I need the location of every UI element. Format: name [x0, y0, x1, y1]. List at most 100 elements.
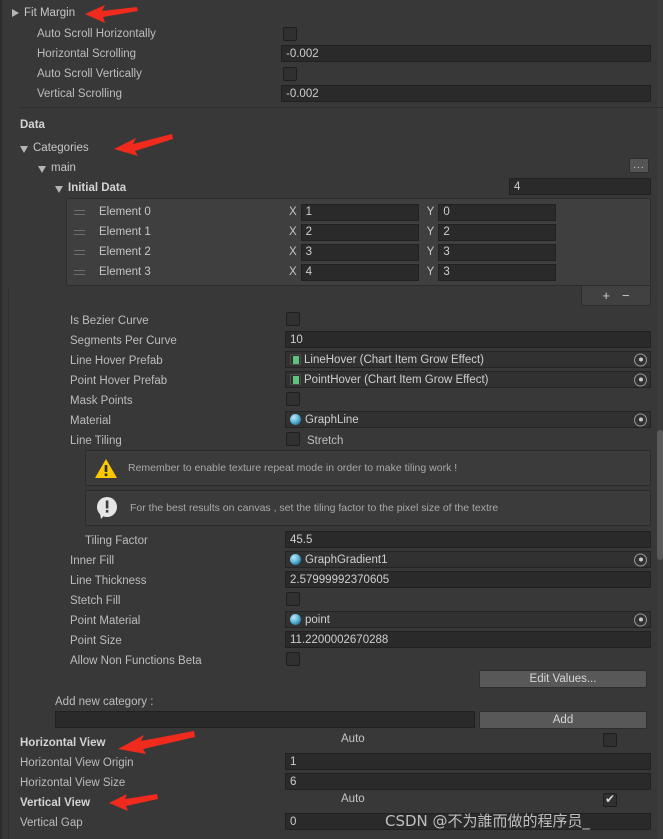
object-picker-icon[interactable] — [634, 353, 647, 366]
row-label-point-size: Point Size — [70, 631, 122, 651]
point-material-object-field[interactable]: point — [285, 611, 651, 628]
row-label-stretch: Stretch — [307, 431, 343, 451]
point-size-input[interactable]: 11.2200002670288 — [285, 631, 651, 648]
is-bezier-curve-checkbox[interactable] — [286, 312, 300, 326]
new-category-input[interactable] — [55, 711, 475, 728]
foldout-fit-margin[interactable]: Fit Margin — [12, 3, 75, 23]
line-thickness-input[interactable]: 2.57999992370605 — [285, 571, 651, 588]
section-divider — [20, 107, 663, 108]
initial-data-size-input[interactable]: 4 — [509, 178, 651, 195]
object-picker-icon[interactable] — [634, 613, 647, 626]
material-object-field[interactable]: GraphLine — [285, 411, 651, 428]
y-axis-label: Y — [426, 266, 435, 278]
horizontal-scrolling-input[interactable]: -0.002 — [281, 45, 651, 62]
horizontal-view-auto-checkbox[interactable] — [603, 733, 617, 747]
row-label-horizontal-view-origin: Horizontal View Origin — [20, 753, 134, 773]
data-section-title: Data — [20, 115, 45, 135]
row-label-vertical-scrolling: Vertical Scrolling — [37, 84, 122, 104]
foldout-main-category[interactable]: main — [38, 158, 76, 178]
point-hover-prefab-label: Point Hover Prefab — [70, 375, 168, 387]
point-material-label: Point Material — [70, 615, 141, 627]
stetch-fill-checkbox[interactable] — [286, 592, 300, 606]
row-label-allow-non-functions-beta: Allow Non Functions Beta — [70, 651, 202, 671]
warning-icon — [94, 458, 118, 479]
warning-text: Remember to enable texture repeat mode i… — [128, 462, 458, 474]
category-options-button[interactable]: ... — [629, 158, 649, 173]
add-category-button[interactable]: Add — [479, 711, 647, 729]
unity-inspector-panel: Fit Margin Auto Scroll Horizontally Hori… — [0, 0, 663, 839]
segments-per-curve-label: Segments Per Curve — [70, 335, 177, 347]
data-label: Data — [20, 119, 45, 131]
mask-points-label: Mask Points — [70, 395, 133, 407]
row-label-mask-points: Mask Points — [70, 391, 133, 411]
warning-helpbox: Remember to enable texture repeat mode i… — [85, 450, 651, 486]
drag-handle-icon[interactable] — [74, 227, 86, 237]
is-bezier-curve-label: Is Bezier Curve — [70, 315, 149, 327]
element-x-input[interactable]: 1 — [300, 203, 419, 221]
row-label-horizontal-view: Horizontal View — [20, 733, 105, 753]
object-picker-icon[interactable] — [634, 373, 647, 386]
row-label-is-bezier-curve: Is Bezier Curve — [70, 311, 149, 331]
auto-scroll-vertically-label: Auto Scroll Vertically — [37, 68, 142, 80]
annotation-arrow-fit-margin — [85, 5, 138, 23]
row-label-auto-scroll-horizontally: Auto Scroll Horizontally — [37, 24, 156, 44]
main-category-label: main — [51, 162, 76, 174]
element-y-input[interactable]: 3 — [438, 263, 557, 281]
panel-left-inner-border — [8, 288, 9, 839]
table-row[interactable]: Element 0 X 1 Y 0 — [74, 202, 644, 222]
allow-non-functions-beta-checkbox[interactable] — [286, 652, 300, 666]
row-label-point-material: Point Material — [70, 611, 140, 631]
line-hover-prefab-object-field[interactable]: LineHover (Chart Item Grow Effect) — [285, 351, 651, 368]
categories-label: Categories — [33, 142, 89, 154]
line-tiling-stretch-checkbox[interactable] — [286, 432, 300, 446]
auto-scroll-vertically-checkbox[interactable] — [283, 67, 297, 81]
element-y-input[interactable]: 3 — [438, 243, 557, 261]
auto-scroll-horizontally-checkbox[interactable] — [283, 27, 297, 41]
chevron-right-icon — [12, 9, 19, 17]
segments-per-curve-input[interactable]: 10 — [285, 331, 651, 348]
vertical-scrolling-input[interactable]: -0.002 — [281, 85, 651, 102]
vertical-scrollbar-thumb[interactable] — [657, 430, 663, 560]
object-picker-icon[interactable] — [634, 413, 647, 426]
horizontal-view-label: Horizontal View — [20, 737, 106, 749]
edit-values-button[interactable]: Edit Values... — [479, 670, 647, 688]
element-y-input[interactable]: 0 — [438, 203, 557, 221]
inner-fill-value: GraphGradient1 — [305, 553, 388, 566]
foldout-categories[interactable]: Categories — [20, 138, 89, 158]
point-hover-prefab-value: PointHover (Chart Item Grow Effect) — [304, 373, 489, 386]
auto-scroll-horizontally-label: Auto Scroll Horizontally — [37, 28, 156, 40]
horizontal-view-origin-input[interactable]: 1 — [285, 753, 651, 770]
table-row[interactable]: Element 3 X 4 Y 3 — [74, 262, 644, 282]
row-label-material: Material — [70, 411, 111, 431]
element-x-input[interactable]: 4 — [300, 263, 419, 281]
drag-handle-icon[interactable] — [74, 207, 86, 217]
tiling-factor-label: Tiling Factor — [85, 535, 148, 547]
drag-handle-icon[interactable] — [74, 247, 86, 257]
table-row[interactable]: Element 1 X 2 Y 2 — [74, 222, 644, 242]
element-x-input[interactable]: 3 — [300, 243, 419, 261]
vertical-view-label: Vertical View — [20, 797, 91, 809]
object-picker-icon[interactable] — [634, 553, 647, 566]
prefab-icon — [290, 374, 301, 385]
horizontal-view-size-label: Horizontal View Size — [20, 777, 126, 789]
x-axis-label: X — [289, 226, 297, 238]
add-element-button[interactable]: + — [602, 288, 610, 303]
prefab-icon — [290, 354, 301, 365]
horizontal-view-size-input[interactable]: 6 — [285, 773, 651, 790]
element-y-input[interactable]: 2 — [438, 223, 557, 241]
table-row[interactable]: Element 2 X 3 Y 3 — [74, 242, 644, 262]
vertical-scrollbar-track[interactable] — [657, 0, 663, 839]
mask-points-checkbox[interactable] — [286, 392, 300, 406]
point-hover-prefab-object-field[interactable]: PointHover (Chart Item Grow Effect) — [285, 371, 651, 388]
element-x-input[interactable]: 2 — [300, 223, 419, 241]
inner-fill-object-field[interactable]: GraphGradient1 — [285, 551, 651, 568]
remove-element-button[interactable]: − — [622, 288, 630, 303]
vertical-view-auto-checkbox[interactable] — [603, 792, 617, 807]
foldout-initial-data[interactable]: Initial Data — [55, 178, 126, 198]
drag-handle-icon[interactable] — [74, 267, 86, 277]
add-new-category-label: Add new category : — [55, 696, 154, 708]
info-helpbox: For the best results on canvas , set the… — [85, 490, 651, 526]
row-label-line-tiling: Line Tiling — [70, 431, 122, 451]
tiling-factor-input[interactable]: 45.5 — [285, 531, 651, 548]
y-axis-label: Y — [426, 246, 435, 258]
